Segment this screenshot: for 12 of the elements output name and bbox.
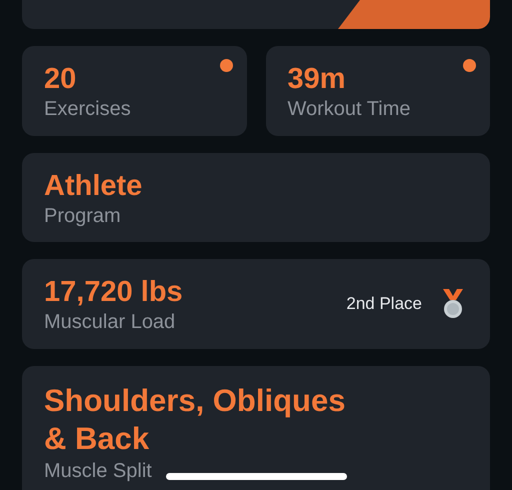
medal-icon [442,289,464,319]
stat-label: Exercises [44,97,131,122]
stat-label: Workout Time [288,97,410,122]
stat-value: 39m [288,62,346,96]
load-label: Muscular Load [44,310,176,335]
rank-label: 2nd Place [346,294,422,314]
stat-value: 20 [44,62,76,96]
load-value: 17,720 lbs [44,275,183,309]
program-label: Program [44,204,121,229]
split-label: Muscle Split [44,459,152,484]
split-value: Shoulders, Obliques & Back [44,382,346,458]
program-value: Athlete [44,169,142,203]
